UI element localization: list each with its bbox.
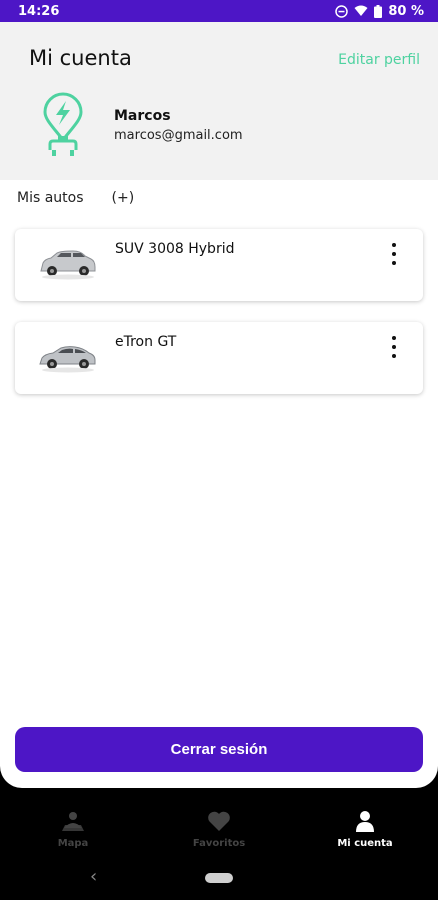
logout-button[interactable]: Cerrar sesión [15,727,423,772]
more-vert-icon[interactable] [391,336,397,358]
nav-label-account: Mi cuenta [337,837,393,849]
map-person-icon [62,811,84,831]
heart-icon [208,811,230,831]
status-time: 14:26 [18,3,60,19]
nav-label-favorites: Favoritos [192,837,246,849]
system-nav-bar: ‹ [0,860,438,900]
status-bar: 14:26 80 % [0,0,438,22]
user-email: marcos@gmail.com [114,128,243,143]
dnd-icon [335,4,349,18]
account-header: Mi cuenta Editar perfil Marcos marcos@gm… [0,22,438,180]
status-icons: 80 % [335,4,424,19]
page-title: Mi cuenta [29,46,132,70]
car-name: SUV 3008 Hybrid [115,241,235,257]
charging-pin-avatar-icon [40,92,86,162]
person-icon [356,810,374,832]
edit-profile-link[interactable]: Editar perfil [338,52,420,68]
nav-label-map: Mapa [57,837,89,849]
car-name: eTron GT [115,334,177,350]
suv-car-image [37,247,97,281]
wifi-icon [354,5,368,17]
sedan-car-image [37,340,97,374]
bottom-nav: Mapa Favoritos Mi cuenta [0,800,438,858]
account-screen: Mi cuenta Editar perfil Marcos marcos@gm… [0,22,438,788]
nav-item-favorites[interactable]: Favoritos [146,800,292,858]
add-car-button[interactable]: (+) [112,190,135,206]
car-card[interactable]: eTron GT [15,322,423,394]
car-card[interactable]: SUV 3008 Hybrid [15,229,423,301]
cars-section-header: Mis autos (+) [17,190,134,206]
nav-item-account[interactable]: Mi cuenta [292,800,438,858]
nav-item-map[interactable]: Mapa [0,800,146,858]
user-name: Marcos [114,108,171,124]
home-pill[interactable] [205,873,233,883]
battery-percent: 80 % [388,3,424,19]
cars-section-title: Mis autos [17,190,84,206]
more-vert-icon[interactable] [391,243,397,265]
back-icon[interactable]: ‹ [90,866,97,887]
battery-icon [374,4,383,18]
